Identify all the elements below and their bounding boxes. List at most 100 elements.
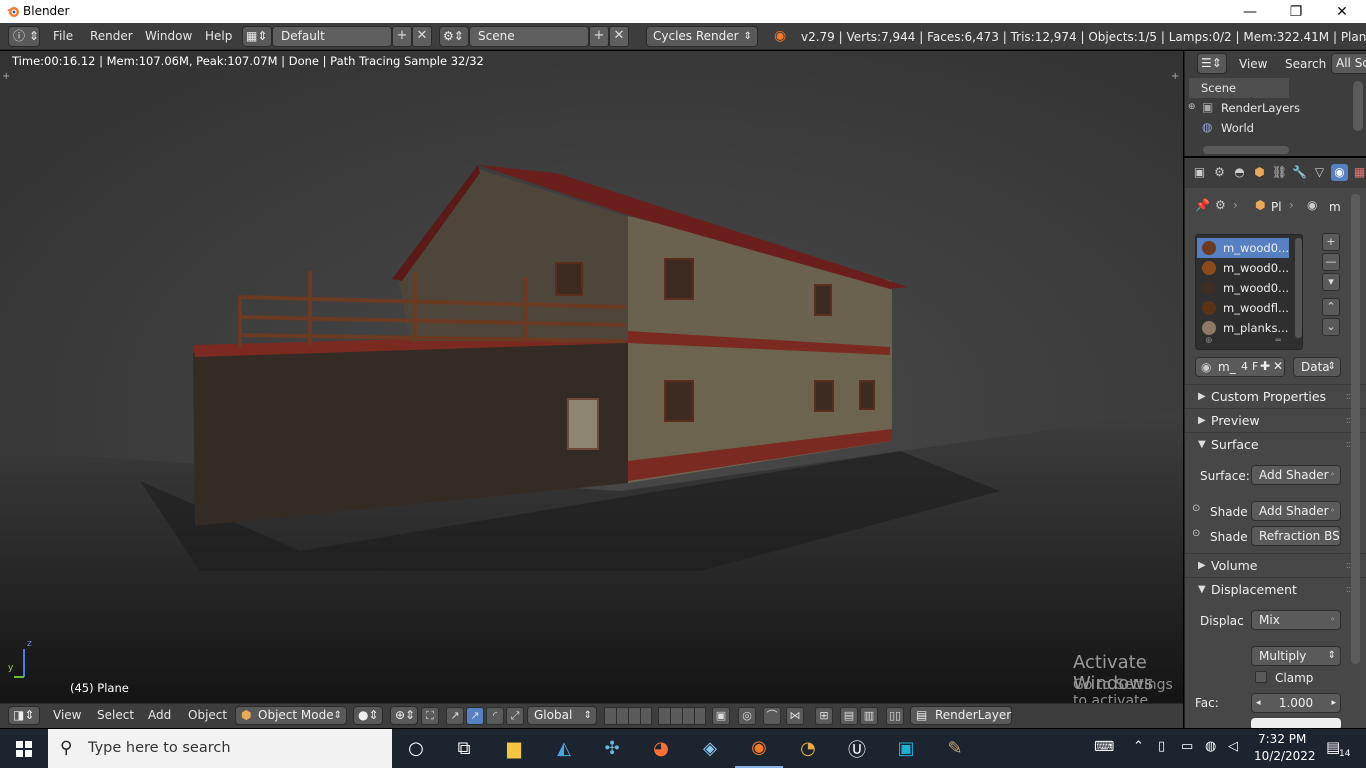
link-data-dropdown[interactable]: Data ⇕ bbox=[1293, 357, 1341, 377]
media-app-icon[interactable]: ▣ bbox=[882, 729, 930, 768]
pivot-point-dropdown[interactable]: ⊕⇕ bbox=[390, 706, 418, 725]
add-scene-button[interactable]: + bbox=[589, 26, 609, 47]
move-slot-down-button[interactable]: ⌄ bbox=[1322, 318, 1340, 336]
properties-scrollbar[interactable] bbox=[1351, 194, 1360, 664]
display-mode-dropdown[interactable]: All Sc bbox=[1331, 53, 1366, 74]
socket-expand-icon[interactable]: ⊙ bbox=[1192, 503, 1200, 514]
material-list-scrollbar[interactable] bbox=[1295, 238, 1302, 338]
menu-select[interactable]: Select bbox=[97, 708, 134, 722]
falloff-dropdown[interactable]: ⌒ bbox=[763, 707, 781, 725]
move-slot-up-button[interactable]: ⌃ bbox=[1322, 298, 1340, 316]
render-layers-tab-icon[interactable]: ⚙ bbox=[1211, 164, 1228, 181]
remove-layout-button[interactable]: ✕ bbox=[412, 26, 432, 47]
shader-input-button-1[interactable]: Add Shader ◦ bbox=[1251, 501, 1341, 521]
scene-name-field[interactable]: Scene bbox=[469, 26, 589, 47]
outliner-scrollbar-h[interactable] bbox=[1203, 146, 1289, 154]
socket-expand-icon[interactable]: ⊙ bbox=[1192, 528, 1200, 539]
render-layer-dropdown[interactable]: ▤ RenderLayer bbox=[910, 706, 1012, 725]
surface-shader-button[interactable]: Add Shader ◦ bbox=[1251, 465, 1341, 485]
volume-icon[interactable]: ◁ bbox=[1228, 739, 1238, 754]
clamp-checkbox[interactable] bbox=[1255, 671, 1267, 683]
sketchup-icon[interactable]: ◈ bbox=[686, 729, 734, 768]
lock-layers-toggle[interactable]: ▣ bbox=[712, 707, 730, 725]
render-tab-icon[interactable]: ▣ bbox=[1191, 164, 1208, 181]
firefox-icon[interactable]: ◕ bbox=[637, 729, 685, 768]
menu-file[interactable]: File bbox=[53, 29, 73, 43]
render-animation-button[interactable]: ▥ bbox=[860, 707, 878, 725]
chevron-up-icon[interactable]: ⌃ bbox=[1133, 739, 1144, 754]
modifiers-tab-icon[interactable]: 🔧 bbox=[1291, 164, 1308, 181]
render-still-button[interactable]: ▤ bbox=[840, 707, 858, 725]
close-button[interactable]: ✕ bbox=[1319, 0, 1365, 23]
remove-material-slot-button[interactable]: — bbox=[1322, 253, 1340, 271]
editor-type-info-button[interactable]: ⓘ ⇕ bbox=[8, 26, 40, 47]
menu-help[interactable]: Help bbox=[205, 29, 232, 43]
scene-selector-button[interactable]: ⚙⇕ bbox=[439, 26, 469, 47]
menu-object[interactable]: Object bbox=[188, 708, 227, 722]
paint-app-icon[interactable]: ✎ bbox=[931, 729, 979, 768]
device-icon[interactable]: ▯ bbox=[1158, 739, 1165, 754]
arrow-right-icon[interactable]: ▸ bbox=[1331, 694, 1336, 712]
scene-layers-grid-2[interactable] bbox=[658, 707, 706, 725]
scene-tab-icon[interactable]: ◓ bbox=[1231, 164, 1248, 181]
menu-add[interactable]: Add bbox=[148, 708, 171, 722]
transform-orientation-dropdown[interactable]: Global ⇕ bbox=[527, 706, 597, 725]
add-material-slot-button[interactable]: + bbox=[1322, 233, 1340, 251]
menu-render[interactable]: Render bbox=[90, 29, 133, 43]
menu-window[interactable]: Window bbox=[145, 29, 192, 43]
screen-layout-button[interactable]: ▦⇕ bbox=[242, 26, 272, 47]
unreal-engine-icon[interactable]: Ⓤ bbox=[833, 729, 881, 768]
fake-user-toggle[interactable]: F bbox=[1252, 360, 1258, 373]
expand-icon[interactable]: ⊕ bbox=[1188, 102, 1196, 112]
color-field-partial[interactable] bbox=[1251, 718, 1341, 728]
new-material-plus-icon[interactable]: ✚ bbox=[1260, 359, 1270, 373]
panel-surface[interactable]: ▼Surface:::: bbox=[1185, 432, 1366, 456]
add-layout-button[interactable]: + bbox=[392, 26, 412, 47]
region-expand-icon[interactable]: + bbox=[1171, 71, 1179, 82]
maximize-button[interactable]: ❐ bbox=[1273, 0, 1319, 23]
network-globe-icon[interactable]: ◍ bbox=[1205, 739, 1216, 754]
unlink-material-x-icon[interactable]: ✕ bbox=[1273, 359, 1283, 373]
outliner-item-renderlayers[interactable]: RenderLayers bbox=[1221, 101, 1300, 115]
panel-displacement[interactable]: ▼Displacement:::: bbox=[1185, 577, 1366, 601]
region-expand-icon[interactable]: + bbox=[2, 71, 10, 82]
clock-date[interactable]: 10/2/2022 bbox=[1254, 749, 1316, 763]
fac-value-field[interactable]: ◂ 1.000 ▸ bbox=[1251, 693, 1341, 713]
render-engine-dropdown[interactable]: Cycles Render ⇕ bbox=[646, 26, 758, 47]
material-slot-item[interactable]: m_planks... bbox=[1197, 318, 1289, 338]
blender-alt-taskbar-icon[interactable]: ◔ bbox=[784, 729, 832, 768]
menu-view[interactable]: View bbox=[53, 708, 81, 722]
panel-custom-properties[interactable]: ▶Custom Properties:::: bbox=[1185, 384, 1366, 408]
snap-element-dropdown[interactable]: ⋈ bbox=[786, 707, 804, 725]
manipulator-toggle[interactable]: ↗ bbox=[446, 707, 464, 725]
material-slot-item[interactable]: m_woodfl... bbox=[1197, 298, 1289, 318]
minimize-button[interactable]: — bbox=[1227, 0, 1273, 23]
panel-preview[interactable]: ▶Preview:::: bbox=[1185, 408, 1366, 432]
3d-viewport[interactable]: Time:00:16.12 | Mem:107.06M, Peak:107.07… bbox=[0, 51, 1183, 703]
outliner-item-scene[interactable]: Scene bbox=[1201, 81, 1236, 95]
viewport-shading-dropdown[interactable]: ●⇕ bbox=[353, 706, 383, 725]
material-slot-item[interactable]: m_wood0... bbox=[1197, 238, 1289, 258]
start-button[interactable] bbox=[0, 729, 48, 768]
opengl-render-button[interactable]: ▯▯ bbox=[886, 707, 904, 725]
mode-dropdown[interactable]: ⬢ Object Mode ⇕ bbox=[235, 706, 347, 725]
material-datablock-field[interactable]: ◉ m_ bbox=[1195, 357, 1285, 377]
proportional-edit-toggle[interactable]: ◎ bbox=[738, 707, 756, 725]
dolphin-app-icon[interactable]: ◭ bbox=[540, 729, 588, 768]
outliner-scrollbar-v[interactable] bbox=[1353, 81, 1363, 131]
material-users-count[interactable]: 4 bbox=[1241, 360, 1248, 373]
task-view-icon[interactable]: ⧉ bbox=[440, 729, 488, 768]
material-tab-icon[interactable]: ◉ bbox=[1331, 164, 1348, 181]
texture-tab-icon[interactable]: ▦ bbox=[1351, 164, 1366, 181]
outliner-item-world[interactable]: World bbox=[1221, 121, 1254, 135]
keyboard-icon[interactable]: ⌨ bbox=[1094, 739, 1114, 755]
snap-target-toggle[interactable]: ⊞ bbox=[815, 707, 833, 725]
puzzle-app-icon[interactable]: ✣ bbox=[588, 729, 636, 768]
data-tab-icon[interactable]: ▽ bbox=[1311, 164, 1328, 181]
outliner-menu-search[interactable]: Search bbox=[1285, 57, 1326, 71]
displacement-shader-button[interactable]: Mix ◦ bbox=[1251, 610, 1341, 630]
outliner-menu-view[interactable]: View bbox=[1239, 57, 1267, 71]
layout-name-field[interactable]: Default bbox=[272, 26, 392, 47]
pin-icon[interactable]: 📌 bbox=[1195, 198, 1210, 212]
constraints-tab-icon[interactable]: ⛓ bbox=[1271, 164, 1288, 181]
